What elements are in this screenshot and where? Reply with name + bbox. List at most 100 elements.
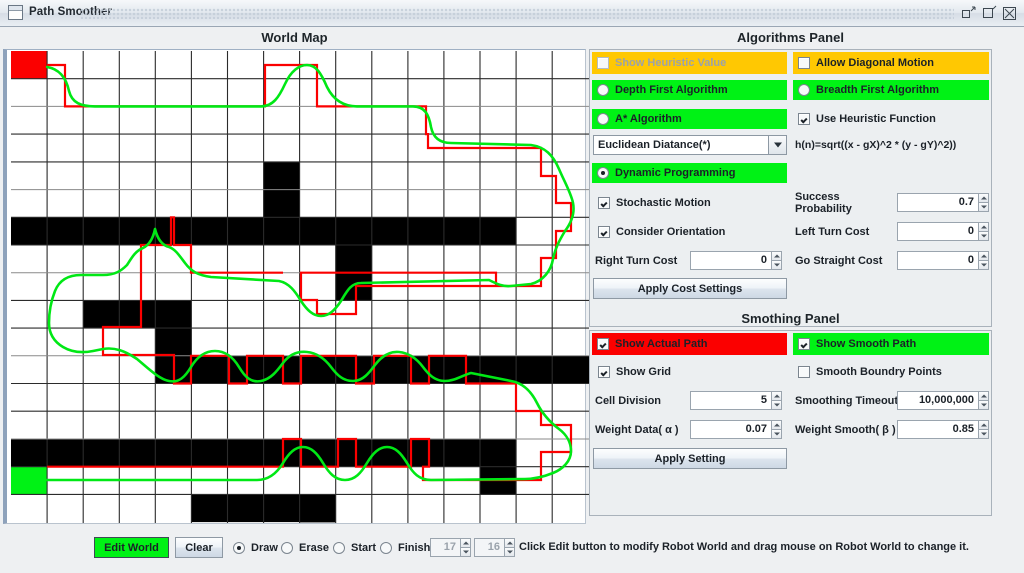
radio-circle [380,541,392,554]
spinner-value[interactable]: 0.07 [690,420,771,439]
spinner-arrows[interactable] [978,222,989,241]
spinner-up-icon[interactable] [978,251,989,260]
spinner-world-height[interactable]: 16 [474,538,515,557]
spinner-arrows[interactable] [771,420,782,439]
spinner-down-icon[interactable] [978,400,989,410]
spinner-right-turn-cost[interactable]: 0 [690,251,782,270]
spinner-down-icon[interactable] [771,260,782,270]
radio-depth-first-algorithm[interactable]: Depth First Algorithm [592,80,787,100]
spinner-down-icon[interactable] [978,260,989,270]
radio-label: Start [351,541,377,554]
spinner-arrows[interactable] [504,538,515,557]
spinner-arrows[interactable] [978,251,989,270]
world-map-grid[interactable] [11,51,589,523]
radio-breadth-first-algorithm[interactable]: Breadth First Algorithm [793,80,989,100]
spinner-arrows[interactable] [978,193,989,212]
world-map-canvas[interactable] [3,49,589,524]
apply-setting-button[interactable]: Apply Setting [593,448,787,469]
spinner-arrows[interactable] [978,391,989,410]
spinner-value[interactable]: 0 [897,222,978,241]
spinner-value[interactable]: 0 [897,251,978,270]
spinner-arrows[interactable] [771,251,782,270]
spinner-value[interactable]: 5 [690,391,771,410]
spinner-down-icon[interactable] [978,429,989,439]
spinner-up-icon[interactable] [978,193,989,202]
checkbox-box [598,197,610,209]
spinner-down-icon[interactable] [771,400,782,410]
spinner-down-icon[interactable] [978,202,989,212]
edit-world-button[interactable]: Edit World [94,537,169,558]
spinner-up-icon[interactable] [978,391,989,400]
spinner-arrows[interactable] [460,538,471,557]
spinner-go-straight-cost[interactable]: 0 [897,251,989,270]
spinner-cell-division[interactable]: 5 [690,391,782,410]
spinner-value[interactable]: 17 [430,538,460,557]
spinner-up-icon[interactable] [978,420,989,429]
checkbox-label: Use Heuristic Function [816,113,936,125]
radio-circle [597,113,609,125]
clear-button[interactable]: Clear [175,537,223,558]
radio-dynamic-programming[interactable]: Dynamic Programming [592,163,787,183]
chevron-down-icon[interactable] [768,136,786,154]
title-bar-grip [80,8,954,19]
spinner-down-icon[interactable] [771,429,782,439]
spinner-up-icon[interactable] [771,251,782,260]
checkbox-show-smooth-path[interactable]: Show Smooth Path [793,333,989,355]
apply-cost-settings-button[interactable]: Apply Cost Settings [593,278,787,299]
label-left-turn-cost: Left Turn Cost [795,226,870,238]
spinner-value[interactable]: 0.7 [897,193,978,212]
checkbox-consider-orientation[interactable]: Consider Orientation [593,222,788,242]
radio-a-star-algorithm[interactable]: A* Algorithm [592,109,787,129]
spinner-up-icon[interactable] [978,222,989,231]
checkbox-label: Consider Orientation [616,226,726,238]
spinner-value[interactable]: 16 [474,538,504,557]
radio-circle [597,167,609,179]
radio-finish[interactable]: Finish [375,538,437,557]
spinner-down-icon[interactable] [978,231,989,241]
spinner-weight-data[interactable]: 0.07 [690,420,782,439]
spinner-up-icon[interactable] [771,391,782,400]
spinner-smoothing-timeout[interactable]: 10,000,000 [897,391,989,410]
radio-label: Depth First Algorithm [615,84,728,96]
spinner-success-probability[interactable]: 0.7 [897,193,989,212]
radio-circle [233,541,245,554]
content-area: World Map Algorithms Panel Show Heuristi… [0,27,1024,573]
checkbox-box [597,338,609,350]
spinner-up-icon[interactable] [771,420,782,429]
checkbox-allow-diagonal-motion[interactable]: Allow Diagonal Motion [793,52,989,74]
checkbox-smooth-boundry-points[interactable]: Smooth Boundry Points [793,362,989,382]
spinner-down-icon[interactable] [460,547,471,557]
spinner-value[interactable]: 10,000,000 [897,391,978,410]
radio-circle [798,84,810,96]
spinner-arrows[interactable] [771,391,782,410]
checkbox-use-heuristic-function[interactable]: Use Heuristic Function [793,109,989,129]
checkbox-stochastic-motion[interactable]: Stochastic Motion [593,193,788,213]
start-cell [11,51,48,79]
checkbox-box [798,366,810,378]
spinner-arrows[interactable] [978,420,989,439]
maximize-button[interactable] [980,4,997,21]
spinner-world-width[interactable]: 17 [430,538,471,557]
label-go-straight-cost: Go Straight Cost [795,255,883,267]
spinner-weight-smooth[interactable]: 0.85 [897,420,989,439]
spinner-left-turn-cost[interactable]: 0 [897,222,989,241]
checkbox-label: Allow Diagonal Motion [816,57,934,69]
heuristic-select[interactable]: Euclidean Diatance(*) [593,135,787,155]
minimize-button[interactable] [960,4,977,21]
window-icon [8,5,23,20]
spinner-down-icon[interactable] [504,547,515,557]
label-right-turn-cost: Right Turn Cost [595,255,678,267]
checkbox-show-actual-path[interactable]: Show Actual Path [592,333,787,355]
spinner-value[interactable]: 0.85 [897,420,978,439]
radio-label: Dynamic Programming [615,167,736,179]
close-button[interactable] [1001,4,1018,21]
hint-text: Click Edit button to modify Robot World … [519,541,969,553]
spinner-value[interactable]: 0 [690,251,771,270]
checkbox-show-heuristic-value[interactable]: Show Heuristic Value [592,52,787,74]
radio-circle [333,541,345,554]
checkbox-label: Show Actual Path [615,338,708,350]
heuristic-select-value: Euclidean Diatance(*) [598,139,711,151]
goal-cell [11,466,48,495]
checkbox-show-grid[interactable]: Show Grid [593,362,788,382]
world-map-title: World Map [261,30,328,45]
